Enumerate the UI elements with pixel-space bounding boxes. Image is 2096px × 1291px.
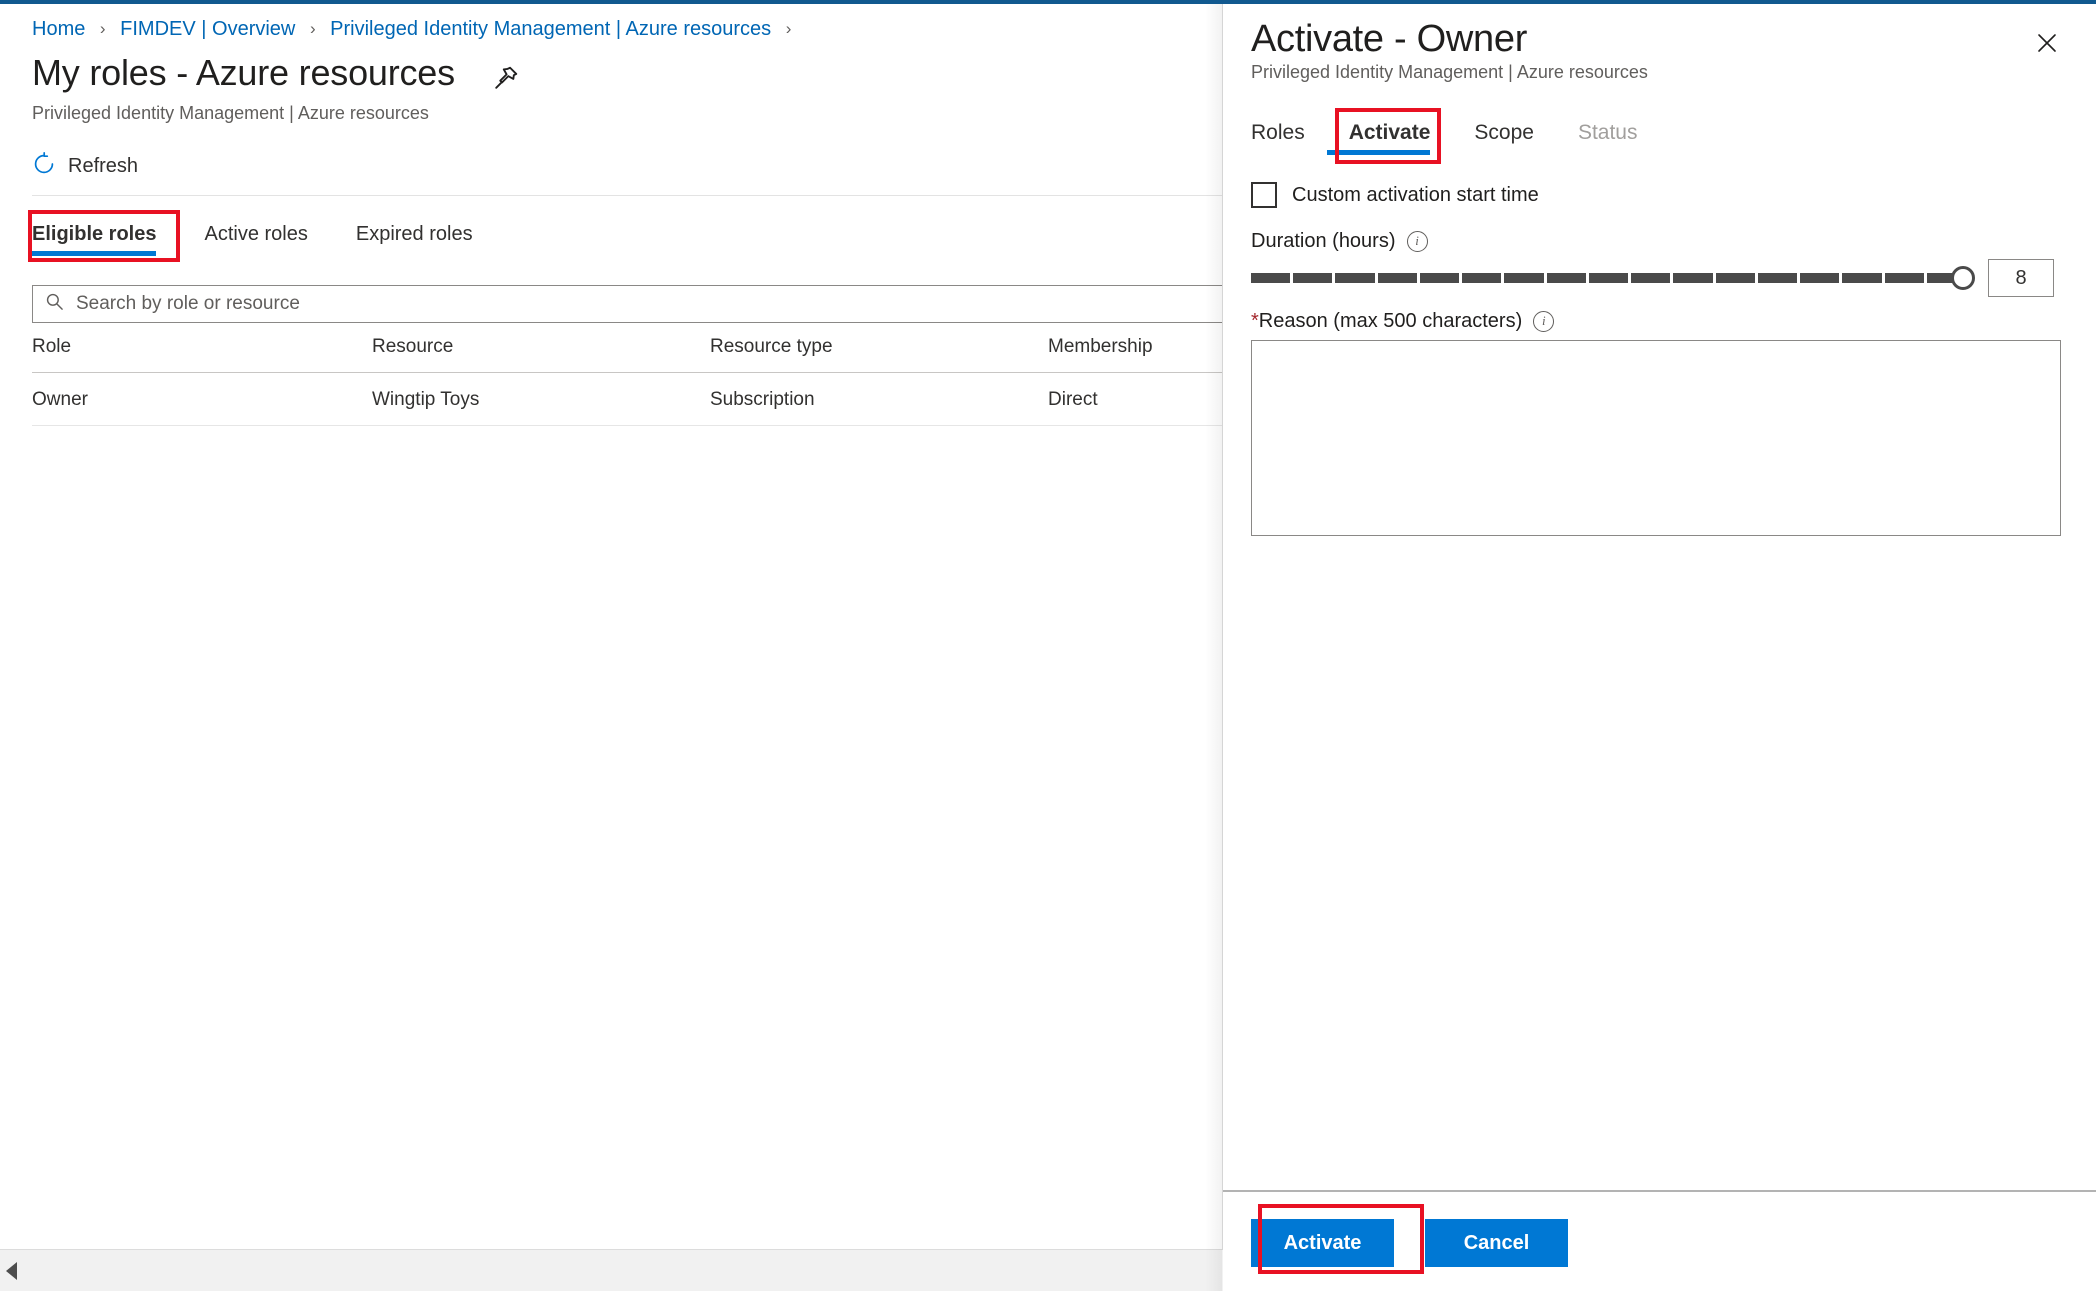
- duration-slider[interactable]: [1251, 258, 1975, 298]
- tab-expired-roles[interactable]: Expired roles: [332, 217, 497, 262]
- close-icon[interactable]: [2026, 22, 2068, 64]
- panel-tab-activate[interactable]: Activate: [1326, 117, 1453, 159]
- slider-tick: [1335, 273, 1375, 283]
- breadcrumb-separator: ›: [785, 19, 792, 38]
- page-subtitle: Privileged Identity Management | Azure r…: [32, 103, 429, 123]
- breadcrumb-separator: ›: [309, 19, 316, 38]
- roles-tablist: Eligible roles Active roles Expired role…: [32, 217, 497, 262]
- column-header-resource[interactable]: Resource: [372, 336, 710, 358]
- slider-tick: [1588, 273, 1629, 283]
- breadcrumb: Home › FIMDEV | Overview › Privileged Id…: [32, 18, 800, 41]
- table-row[interactable]: Owner Wingtip Toys Subscription Direct: [32, 373, 1222, 426]
- duration-slider-thumb[interactable]: [1951, 266, 1975, 290]
- panel-subtitle: Privileged Identity Management | Azure r…: [1251, 62, 1648, 82]
- duration-slider-row: [1251, 258, 2061, 298]
- page-title: My roles - Azure resources: [32, 52, 455, 93]
- breadcrumb-item-fimdev-overview[interactable]: FIMDEV | Overview: [120, 18, 295, 40]
- refresh-icon: [32, 152, 56, 181]
- column-header-membership[interactable]: Membership: [1048, 336, 1222, 358]
- panel-title: Activate - Owner: [1251, 18, 1528, 60]
- panel-tab-status: Status: [1556, 117, 1660, 159]
- panel-tablist: Roles Activate Scope Status: [1251, 117, 1660, 159]
- caret-left-icon[interactable]: [6, 1262, 17, 1280]
- reason-label-text: Reason (max 500 characters): [1258, 310, 1523, 332]
- slider-tick: [1800, 273, 1840, 283]
- cancel-button[interactable]: Cancel: [1425, 1219, 1568, 1267]
- slider-tick: [1673, 273, 1713, 283]
- panel-tab-roles[interactable]: Roles: [1251, 117, 1327, 159]
- slider-tick: [1293, 273, 1333, 283]
- cell-role: Owner: [32, 389, 88, 410]
- scrollbar-thumb[interactable]: [30, 1259, 1120, 1281]
- search-icon: [45, 292, 64, 316]
- panel-tab-scope-label: Scope: [1474, 121, 1534, 144]
- tab-active-roles-label: Active roles: [204, 223, 308, 245]
- slider-track-segments: [1251, 273, 1966, 283]
- slider-tick: [1715, 273, 1755, 283]
- slider-tick: [1462, 273, 1502, 283]
- slider-tick: [1631, 273, 1671, 283]
- panel-footer-divider: [1223, 1190, 2096, 1192]
- tab-eligible-roles[interactable]: Eligible roles: [32, 217, 180, 262]
- commandbar-divider: [32, 195, 1222, 196]
- my-roles-blade: Home › FIMDEV | Overview › Privileged Id…: [0, 4, 1223, 1250]
- slider-tick: [1251, 273, 1291, 283]
- reason-textarea[interactable]: [1251, 340, 2061, 536]
- info-icon[interactable]: i: [1406, 231, 1428, 252]
- breadcrumb-item-home[interactable]: Home: [32, 18, 85, 40]
- roles-table: Role Resource Resource type Membership O…: [32, 336, 1222, 426]
- panel-footer: Activate Cancel: [1251, 1219, 1568, 1267]
- slider-tick: [1757, 273, 1798, 283]
- required-asterisk: *: [1251, 310, 1259, 332]
- tab-active-roles[interactable]: Active roles: [180, 217, 331, 262]
- slider-tick: [1842, 273, 1882, 283]
- cell-membership: Direct: [1048, 389, 1098, 410]
- refresh-label: Refresh: [68, 155, 139, 177]
- duration-label-text: Duration (hours): [1251, 230, 1396, 252]
- refresh-button[interactable]: Refresh: [32, 147, 146, 186]
- info-icon[interactable]: i: [1533, 311, 1555, 332]
- search-box[interactable]: [32, 285, 1222, 323]
- slider-tick: [1546, 273, 1586, 283]
- column-header-resource-type[interactable]: Resource type: [710, 336, 1048, 358]
- pin-icon[interactable]: [492, 64, 520, 92]
- panel-tab-scope[interactable]: Scope: [1452, 117, 1556, 159]
- cell-resource: Wingtip Toys: [372, 389, 480, 410]
- custom-activation-start-time-checkbox[interactable]: Custom activation start time: [1251, 182, 1539, 208]
- slider-tick: [1377, 273, 1417, 283]
- breadcrumb-item-pim-azure-resources[interactable]: Privileged Identity Management | Azure r…: [330, 18, 771, 40]
- duration-value-input[interactable]: [1988, 259, 2054, 297]
- tab-eligible-roles-label: Eligible roles: [32, 223, 157, 245]
- horizontal-scrollbar[interactable]: [0, 1249, 1222, 1291]
- reason-label: *Reason (max 500 characters) i: [1251, 310, 1555, 333]
- breadcrumb-separator: ›: [99, 19, 106, 38]
- custom-activation-start-time-label: Custom activation start time: [1292, 183, 1539, 206]
- search-input[interactable]: [74, 292, 1222, 316]
- cell-resource-type: Subscription: [710, 389, 815, 410]
- tab-expired-roles-label: Expired roles: [355, 223, 473, 245]
- panel-tab-status-label: Status: [1577, 121, 1638, 144]
- panel-tab-selected-underline: [1326, 150, 1431, 155]
- panel-tab-activate-label: Activate: [1348, 121, 1431, 144]
- activate-button[interactable]: Activate: [1251, 1219, 1394, 1267]
- azure-portal-page: Home › FIMDEV | Overview › Privileged Id…: [0, 0, 2096, 1291]
- column-header-role[interactable]: Role: [32, 336, 372, 358]
- slider-tick: [1504, 273, 1544, 283]
- tab-selected-underline: [32, 251, 157, 256]
- table-header-row: Role Resource Resource type Membership: [32, 336, 1222, 373]
- checkbox-box[interactable]: [1251, 182, 1277, 208]
- slider-tick: [1419, 273, 1460, 283]
- panel-tab-roles-label: Roles: [1251, 121, 1305, 144]
- duration-label: Duration (hours) i: [1251, 230, 1428, 253]
- slider-tick: [1884, 273, 1924, 283]
